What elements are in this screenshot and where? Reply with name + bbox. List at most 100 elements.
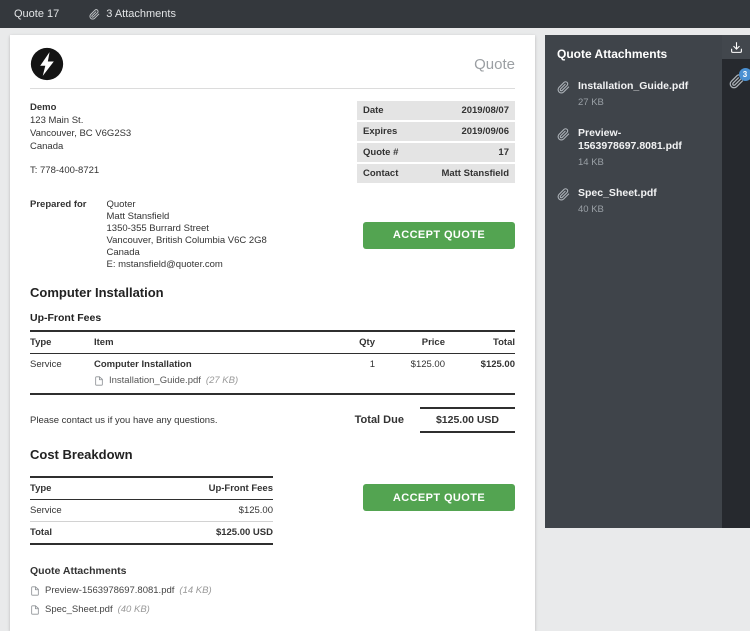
attachment-name: Preview-1563978697.8081.pdf [45, 585, 174, 596]
file-name: Installation_Guide.pdf [578, 80, 688, 92]
paperclip-icon [89, 9, 100, 20]
total-due-value: $125.00 USD [420, 407, 515, 433]
download-icon [730, 41, 743, 54]
doc-attachment-link[interactable]: Spec_Sheet.pdf (40 KB) [30, 604, 515, 615]
company-block: Demo 123 Main St. Vancouver, BC V6G2S3 C… [30, 101, 131, 185]
company-address-line: Vancouver, BC V6G2S3 [30, 127, 131, 140]
company-address-line: 123 Main St. [30, 114, 131, 127]
line-items-table: Type Item Qty Price Total Service Comput… [30, 330, 515, 395]
quote-tab[interactable]: Quote 17 [14, 8, 59, 20]
quote-document-wrap: Quote Demo 123 Main St. Vancouver, BC V6… [10, 35, 535, 528]
sidebar-attachment-size: 40 KB [578, 203, 657, 216]
company-phone: T: 778-400-8721 [30, 164, 131, 177]
attachment-name: Spec_Sheet.pdf [45, 604, 113, 615]
item-price: $125.00 [375, 359, 445, 370]
cost-row-label: Total [30, 527, 52, 538]
main-content: Quote Demo 123 Main St. Vancouver, BC V6… [0, 28, 750, 528]
meta-value: Matt Stansfield [441, 168, 509, 179]
prepared-for-row: Prepared for Quoter Matt Stansfield 1350… [30, 199, 515, 271]
attachments-count-badge: 3 [739, 68, 750, 81]
company-meta-row: Demo 123 Main St. Vancouver, BC V6G2S3 C… [30, 101, 515, 185]
meta-label: Expires [363, 126, 397, 137]
col-item: Item [94, 337, 317, 348]
download-all-button[interactable] [722, 35, 750, 59]
prepared-email: E: mstansfield@quoter.com [107, 259, 267, 271]
col-type: Type [30, 337, 94, 348]
sidebar-attachment-size: 14 KB [578, 156, 710, 169]
item-total: $125.00 [445, 359, 515, 370]
item-attachment-link[interactable]: Installation_Guide.pdf (27 KB) [30, 373, 515, 393]
file-icon [30, 605, 40, 615]
company-logo-icon [30, 47, 64, 81]
meta-value: 17 [498, 147, 509, 158]
company-address-line: Canada [30, 140, 131, 153]
sidebar-attachment-item[interactable]: Installation_Guide.pdf 27 KB [545, 71, 722, 118]
cost-row-label: Service [30, 505, 62, 516]
quote-document: Quote Demo 123 Main St. Vancouver, BC V6… [10, 35, 535, 631]
cost-breakdown-row: Type Up-Front Fees Service $125.00 Total… [30, 476, 515, 545]
cost-row-value: $125.00 [239, 505, 273, 516]
item-row: Service Computer Installation 1 $125.00 … [30, 354, 515, 373]
accept-button-col: ACCEPT QUOTE [363, 199, 515, 271]
sidebar-attachment-name: Preview-1563978697.8081.pdf 14 KB [578, 127, 710, 169]
attachments-toggle-label: 3 Attachments [106, 8, 176, 20]
sidebar-attachment-item[interactable]: Preview-1563978697.8081.pdf 14 KB [545, 118, 722, 178]
item-qty: 1 [317, 359, 375, 370]
item-type: Service [30, 359, 94, 370]
meta-label: Date [363, 105, 384, 116]
cost-col-fees: Up-Front Fees [209, 483, 273, 494]
file-name: Preview-1563978697.8081.pdf [578, 127, 682, 152]
company-name: Demo [30, 101, 131, 114]
meta-row-expires: Expires 2019/09/06 [357, 122, 515, 141]
accept-button-col-2: ACCEPT QUOTE [363, 484, 515, 545]
prepared-for-block: Prepared for Quoter Matt Stansfield 1350… [30, 199, 267, 271]
sidebar-attachment-name: Spec_Sheet.pdf 40 KB [578, 187, 657, 216]
quote-tab-label: Quote 17 [14, 8, 59, 20]
total-due-label: Total Due [355, 414, 404, 426]
prepared-for-label: Prepared for [30, 199, 87, 271]
attachments-toggle[interactable]: 3 Attachments [89, 8, 176, 20]
cost-breakdown-table: Type Up-Front Fees Service $125.00 Total… [30, 476, 273, 545]
sidebar-attachment-item[interactable]: Spec_Sheet.pdf 40 KB [545, 178, 722, 225]
cost-row-value: $125.00 USD [216, 527, 273, 538]
meta-value: 2019/09/06 [461, 126, 509, 137]
section-title: Computer Installation [30, 285, 515, 300]
fees-subtitle: Up-Front Fees [30, 312, 515, 324]
total-due: Total Due $125.00 USD [355, 407, 515, 433]
doc-attachments-title: Quote Attachments [30, 565, 515, 577]
attachment-size: (14 KB) [179, 585, 211, 596]
meta-value: 2019/08/07 [461, 105, 509, 116]
cost-row-total: Total $125.00 USD [30, 522, 273, 545]
prepared-line: Vancouver, British Columbia V6C 2G8 [107, 235, 267, 247]
col-qty: Qty [317, 337, 375, 348]
top-bar: Quote 17 3 Attachments [0, 0, 750, 28]
attachments-sidebar: Quote Attachments Installation_Guide.pdf… [545, 35, 722, 528]
document-title: Quote [474, 56, 515, 73]
prepared-line: Canada [107, 247, 267, 259]
note-total-row: Please contact us if you have any questi… [30, 407, 515, 433]
cost-col-type: Type [30, 483, 51, 494]
doc-attachment-link[interactable]: Preview-1563978697.8081.pdf (14 KB) [30, 585, 515, 596]
meta-row-date: Date 2019/08/07 [357, 101, 515, 120]
file-icon [30, 586, 40, 596]
contact-note: Please contact us if you have any questi… [30, 415, 217, 426]
prepared-line: Matt Stansfield [107, 211, 267, 223]
prepared-for-details: Quoter Matt Stansfield 1350-355 Burrard … [107, 199, 267, 271]
sidebar-title: Quote Attachments [545, 35, 722, 71]
cost-header-row: Type Up-Front Fees [30, 478, 273, 500]
meta-row-contact: Contact Matt Stansfield [357, 164, 515, 183]
paperclip-icon [557, 128, 570, 141]
cost-row-service: Service $125.00 [30, 500, 273, 522]
item-attachment-size: (27 KB) [206, 375, 238, 386]
document-header: Quote [30, 47, 515, 89]
accept-quote-button-2[interactable]: ACCEPT QUOTE [363, 484, 515, 511]
sidebar-attachment-size: 27 KB [578, 96, 688, 109]
col-total: Total [445, 337, 515, 348]
attachments-panel-button[interactable]: 3 [729, 74, 744, 89]
sidebar-attachment-name: Installation_Guide.pdf 27 KB [578, 80, 688, 109]
item-name: Computer Installation [94, 359, 317, 370]
prepared-line: Quoter [107, 199, 267, 211]
item-attachment-name: Installation_Guide.pdf [109, 375, 201, 386]
accept-quote-button[interactable]: ACCEPT QUOTE [363, 222, 515, 249]
attachment-size: (40 KB) [118, 604, 150, 615]
